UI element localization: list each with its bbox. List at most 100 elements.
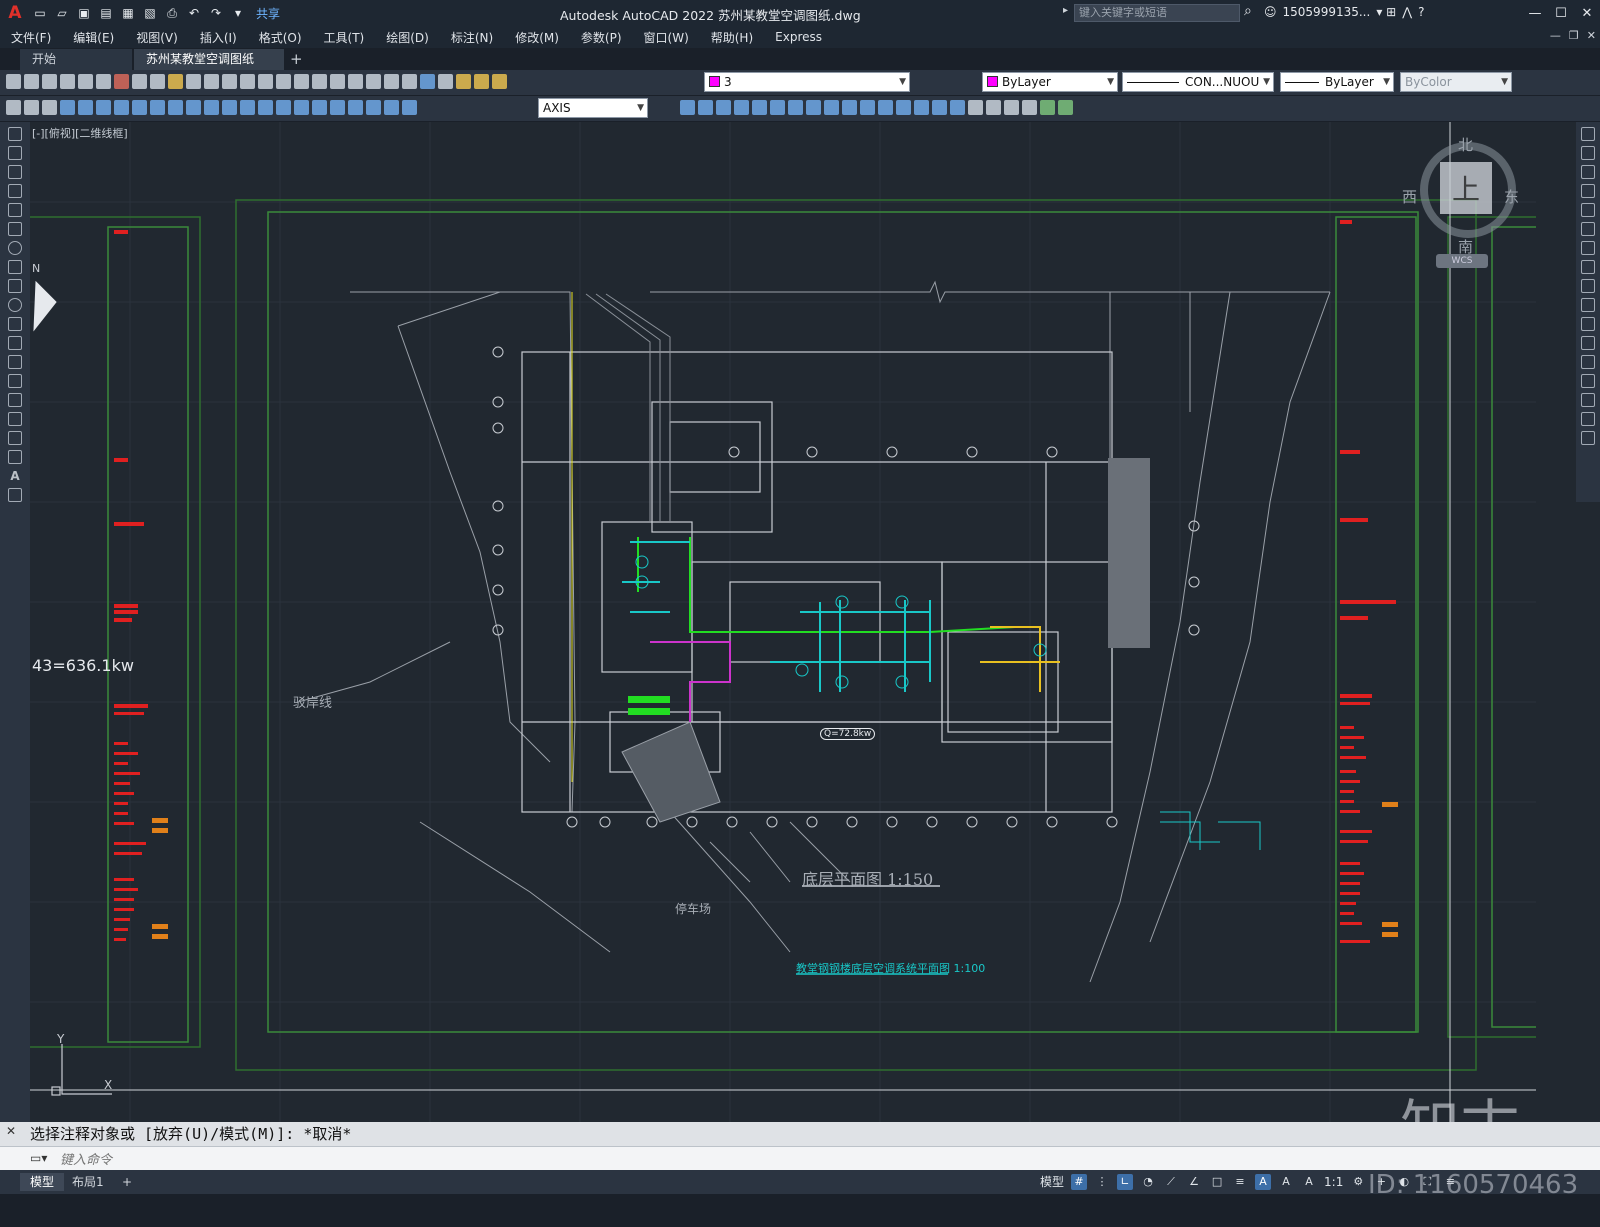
tolerance-icon[interactable]: [294, 100, 309, 115]
layer-lock-icon[interactable]: [492, 74, 507, 89]
grid-icon[interactable]: #: [1071, 1173, 1088, 1190]
mirror-icon[interactable]: [716, 100, 731, 115]
aligned-dim-icon[interactable]: [78, 100, 93, 115]
layer-off-icon[interactable]: [1040, 100, 1055, 115]
break-icon[interactable]: [878, 100, 893, 115]
dim-break-icon[interactable]: [276, 100, 291, 115]
scale-strip-icon[interactable]: [1581, 260, 1595, 274]
layer-match-icon[interactable]: [1022, 100, 1037, 115]
move-icon[interactable]: [770, 100, 785, 115]
annotation-visibility-icon[interactable]: A: [1255, 1173, 1272, 1190]
viewcube[interactable]: 上 北 南 东 西 WCS: [1400, 130, 1530, 270]
explode-strip-icon[interactable]: [1581, 431, 1595, 445]
exchange-icon[interactable]: ⋀: [1402, 5, 1412, 19]
menu-window[interactable]: 窗口(W): [633, 29, 700, 46]
jogged-linear-icon[interactable]: [348, 100, 363, 115]
workspace-gear-icon[interactable]: ⚙: [1350, 1174, 1366, 1190]
chamfer-strip-icon[interactable]: [1581, 374, 1595, 388]
command-prompt-icon[interactable]: ▭▾: [30, 1151, 47, 1165]
ortho-icon[interactable]: ∟: [1117, 1173, 1134, 1190]
maximize-icon[interactable]: ☐: [1548, 0, 1574, 26]
publish-icon[interactable]: [96, 74, 111, 89]
share-button[interactable]: 共享: [256, 5, 280, 22]
paste-icon[interactable]: [150, 74, 165, 89]
ellipse-icon[interactable]: [8, 298, 22, 312]
osnap-tracking-icon[interactable]: ∠: [1186, 1174, 1202, 1190]
help-icon[interactable]: ?: [1418, 5, 1424, 19]
color-dropdown[interactable]: ByLayer ▼: [982, 72, 1118, 92]
save-icon[interactable]: [42, 74, 57, 89]
baseline-icon[interactable]: [222, 100, 237, 115]
new-file-icon[interactable]: ▭: [30, 3, 50, 23]
viewcube-top-face[interactable]: 上: [1440, 162, 1492, 214]
sheet-set-icon[interactable]: [366, 74, 381, 89]
markup-icon[interactable]: [384, 74, 399, 89]
autocad-logo-icon[interactable]: A: [0, 0, 30, 26]
add-selected-icon[interactable]: [8, 488, 22, 502]
line-tool-icon[interactable]: [8, 127, 22, 141]
jogged-icon[interactable]: [150, 100, 165, 115]
zoom-previous-icon[interactable]: [294, 74, 309, 89]
customize-dropdown-icon[interactable]: ▾: [228, 3, 248, 23]
search-expand-icon[interactable]: ▸: [1063, 5, 1068, 16]
calculator-icon[interactable]: [402, 74, 417, 89]
move-strip-icon[interactable]: [1581, 222, 1595, 236]
diameter-icon[interactable]: [168, 100, 183, 115]
open-icon[interactable]: [24, 74, 39, 89]
ellipse-arc-icon[interactable]: [8, 317, 22, 331]
dim-edit-icon[interactable]: [366, 100, 381, 115]
trim-strip-icon[interactable]: [1581, 298, 1595, 312]
close-icon[interactable]: ✕: [1574, 0, 1600, 26]
layer-on-icon[interactable]: [456, 74, 471, 89]
preview-icon[interactable]: [78, 74, 93, 89]
snap-icon[interactable]: ⋮: [1094, 1174, 1110, 1190]
undo-icon[interactable]: ↶: [184, 3, 204, 23]
explode-icon[interactable]: [950, 100, 965, 115]
array-icon[interactable]: [752, 100, 767, 115]
layer-manager-icon[interactable]: [438, 74, 453, 89]
viewport-controls[interactable]: [-][俯视][二维线框]: [32, 125, 128, 141]
zoom-realtime-icon[interactable]: [258, 74, 273, 89]
doc-restore-icon[interactable]: ❐: [1569, 29, 1579, 42]
model-space-button[interactable]: 模型: [1040, 1173, 1064, 1190]
menu-tools[interactable]: 工具(T): [313, 29, 376, 46]
arc-icon[interactable]: [8, 222, 22, 236]
auto-scale-icon[interactable]: A: [1278, 1174, 1294, 1190]
polyline-icon[interactable]: [8, 165, 22, 179]
menu-parametric[interactable]: 参数(P): [570, 29, 633, 46]
menu-express[interactable]: Express: [764, 30, 833, 44]
copy-object-icon[interactable]: [698, 100, 713, 115]
polar-icon[interactable]: ◔: [1140, 1174, 1156, 1190]
tab-layout1[interactable]: 布局1: [62, 1173, 114, 1191]
make-block-icon[interactable]: [8, 355, 22, 369]
print-icon[interactable]: ⎙: [162, 3, 182, 23]
web-mobile-icon[interactable]: ▦: [118, 3, 138, 23]
edit3-icon[interactable]: [42, 100, 57, 115]
compass-west[interactable]: 西: [1402, 186, 1417, 207]
rotate-strip-icon[interactable]: [1581, 241, 1595, 255]
qnew-icon[interactable]: [6, 74, 21, 89]
layer-unisolate-icon[interactable]: [1058, 100, 1073, 115]
cart-icon[interactable]: ▾ ⊞: [1376, 5, 1396, 19]
menu-help[interactable]: 帮助(H): [700, 29, 764, 46]
revision-cloud-icon[interactable]: [8, 260, 22, 274]
command-close-icon[interactable]: ✕: [6, 1124, 16, 1138]
rectangle-icon[interactable]: [8, 203, 22, 217]
ordinate-icon[interactable]: [114, 100, 129, 115]
circle-icon[interactable]: [8, 241, 22, 255]
redo-tool-icon[interactable]: [222, 74, 237, 89]
layer-walk-icon[interactable]: [1004, 100, 1019, 115]
zoom-window-icon[interactable]: [276, 74, 291, 89]
menu-file[interactable]: 文件(F): [0, 29, 62, 46]
region-icon[interactable]: [8, 431, 22, 445]
quick-dim-icon[interactable]: [204, 100, 219, 115]
chamfer-icon[interactable]: [914, 100, 929, 115]
mirror-strip-icon[interactable]: [1581, 165, 1595, 179]
compass-north[interactable]: 北: [1458, 134, 1473, 155]
pan-icon[interactable]: [240, 74, 255, 89]
menu-draw[interactable]: 绘图(D): [375, 29, 440, 46]
user-name[interactable]: 1505999135...: [1283, 5, 1371, 19]
plot-icon[interactable]: [60, 74, 75, 89]
menu-modify[interactable]: 修改(M): [504, 29, 570, 46]
tool-palettes-icon[interactable]: [348, 74, 363, 89]
